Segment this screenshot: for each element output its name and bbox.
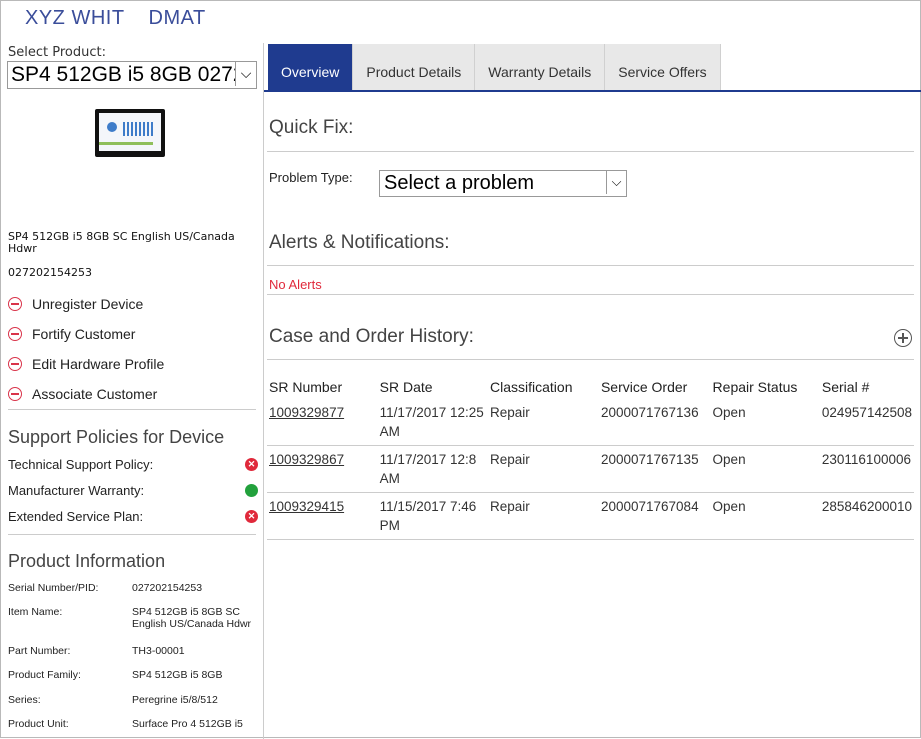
unregister-device-button[interactable]: Unregister Device xyxy=(8,289,164,319)
history-title: Case and Order History: xyxy=(269,326,474,347)
repair-status: Open xyxy=(710,445,820,493)
edit-hardware-profile-button[interactable]: Edit Hardware Profile xyxy=(8,349,164,379)
status-inactive-icon xyxy=(245,509,258,523)
action-label: Associate Customer xyxy=(32,386,158,402)
problem-type-label: Problem Type: xyxy=(269,170,353,185)
sr-number-link[interactable]: 1009329877 xyxy=(269,405,344,420)
remove-circle-icon xyxy=(8,357,22,371)
tab-underline xyxy=(264,90,921,92)
tab-bar: Overview Product Details Warranty Detail… xyxy=(268,44,721,91)
remove-circle-icon xyxy=(8,327,22,341)
table-header-row: SR Number SR Date Classification Service… xyxy=(267,375,914,399)
remove-circle-icon xyxy=(8,387,22,401)
divider xyxy=(8,409,256,410)
status-active-icon xyxy=(245,484,258,497)
policy-label: Technical Support Policy: xyxy=(8,457,154,472)
no-alerts-text: No Alerts xyxy=(269,277,322,292)
remove-circle-icon xyxy=(8,297,22,311)
device-name: SP4 512GB i5 8GB SC English US/Canada Hd… xyxy=(8,230,235,255)
product-select-value: SP4 512GB i5 8GB 027202154253 xyxy=(11,63,256,86)
device-serial: 027202154253 xyxy=(8,266,92,279)
device-thumbnail xyxy=(95,109,165,157)
status-inactive-icon xyxy=(245,457,258,471)
divider xyxy=(267,294,914,295)
table-row: 1009329877 11/17/2017 12:25 AM Repair 20… xyxy=(267,399,914,446)
associate-customer-button[interactable]: Associate Customer xyxy=(8,379,164,409)
tab-service-offers[interactable]: Service Offers xyxy=(605,44,721,91)
product-select[interactable]: SP4 512GB i5 8GB 027202154253 ⌵ xyxy=(7,61,257,89)
history-table: SR Number SR Date Classification Service… xyxy=(267,375,914,540)
repair-status: Open xyxy=(712,405,746,420)
tab-product-details[interactable]: Product Details xyxy=(353,44,476,91)
divider xyxy=(267,359,914,360)
divider xyxy=(8,534,256,535)
product-select-label: Select Product: xyxy=(8,45,106,60)
problem-type-value: Select a problem xyxy=(384,172,535,194)
alerts-title: Alerts & Notifications: xyxy=(269,232,450,253)
column-header: Repair Status xyxy=(712,379,798,395)
sr-date: 11/17/2017 12:25 AM xyxy=(379,405,484,439)
policy-extended-service: Extended Service Plan: xyxy=(8,509,258,524)
action-label: Fortify Customer xyxy=(32,326,136,342)
policy-label: Extended Service Plan: xyxy=(8,509,144,524)
column-header: Serial # xyxy=(821,379,870,395)
action-label: Unregister Device xyxy=(32,296,144,312)
service-order: 2000071767084 xyxy=(598,492,711,540)
sr-date: 11/15/2017 7:46 PM xyxy=(377,492,488,540)
policy-technical-support: Technical Support Policy: xyxy=(8,457,258,472)
serial-number: 285846200010 xyxy=(819,492,914,540)
classification: Repair xyxy=(488,492,599,540)
column-header: SR Date xyxy=(379,379,433,395)
column-header: Service Order xyxy=(600,379,688,395)
sr-number-link[interactable]: 1009329867 xyxy=(269,452,344,467)
divider xyxy=(267,265,914,266)
serial-number: 230116100006 xyxy=(819,445,914,493)
serial-number: 024957142508 xyxy=(821,405,912,420)
chevron-down-icon[interactable]: ⌵ xyxy=(235,62,256,86)
policy-manufacturer-warranty: Manufacturer Warranty: xyxy=(8,483,258,498)
column-header: SR Number xyxy=(269,379,343,395)
column-separator xyxy=(263,43,264,739)
table-row: 1009329867 11/17/2017 12:8 AM Repair 200… xyxy=(267,445,914,493)
product-info-title: Product Information xyxy=(8,551,166,571)
policy-label: Manufacturer Warranty: xyxy=(8,483,145,498)
chevron-down-icon[interactable]: ⌵ xyxy=(606,171,626,194)
top-nav: XYZ WHIT DMAT xyxy=(25,7,206,37)
service-order: 2000071767136 xyxy=(600,405,699,420)
fortify-customer-button[interactable]: Fortify Customer xyxy=(8,319,164,349)
divider xyxy=(267,151,914,152)
service-order: 2000071767135 xyxy=(598,445,711,493)
sr-date: 11/17/2017 12:8 AM xyxy=(377,445,488,493)
action-label: Edit Hardware Profile xyxy=(32,356,165,372)
classification: Repair xyxy=(488,445,599,493)
sr-number-link[interactable]: 1009329415 xyxy=(269,499,344,514)
nav-link-dmat[interactable]: DMAT xyxy=(149,7,206,37)
problem-type-select[interactable]: Select a problem ⌵ xyxy=(379,170,627,197)
nav-link-xyz-whit[interactable]: XYZ WHIT xyxy=(25,7,125,37)
quick-fix-title: Quick Fix: xyxy=(269,117,354,138)
add-circle-icon[interactable] xyxy=(894,329,912,347)
table-row: 1009329415 11/15/2017 7:46 PM Repair 200… xyxy=(267,492,914,540)
tab-warranty-details[interactable]: Warranty Details xyxy=(475,44,606,91)
tab-overview[interactable]: Overview xyxy=(268,44,354,91)
classification: Repair xyxy=(490,405,530,420)
repair-status: Open xyxy=(710,492,820,540)
device-actions: Unregister Device Fortify Customer Edit … xyxy=(8,289,164,409)
left-panel: Select Product: SP4 512GB i5 8GB 0272021… xyxy=(1,41,263,739)
support-policies-title: Support Policies for Device xyxy=(8,427,225,447)
column-header: Classification xyxy=(490,379,573,395)
